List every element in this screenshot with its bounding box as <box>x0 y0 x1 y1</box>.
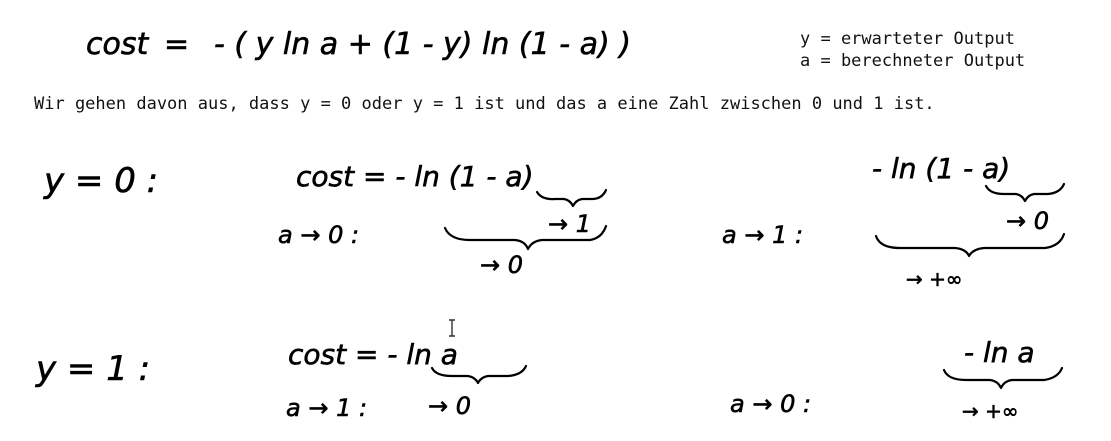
text-cursor-icon <box>449 319 455 337</box>
case-y0-right-outer-brace <box>874 232 1066 258</box>
formula-equals: = <box>164 27 189 62</box>
formula-lhs: cost <box>86 27 149 62</box>
case-y1-limit1-result: → 0 <box>428 392 471 420</box>
case-y0-limit1-outer: → 0 <box>480 251 523 279</box>
case-y0-limit1-inner: → 1 <box>548 210 591 238</box>
case-y1-right-brace <box>942 366 1064 390</box>
case-y1-limit1-label: a → 1 : <box>286 394 367 422</box>
legend-y: y = erwarteter Output <box>800 29 1015 49</box>
legend-a: a = berechneter Output <box>800 51 1026 71</box>
case-y1-limit2-label: a → 0 : <box>730 390 811 418</box>
case-y1-limit2-result: → +∞ <box>962 399 1019 423</box>
case-y0-inner-brace <box>535 188 608 208</box>
case-y0-limit1-label: a → 0 : <box>278 221 359 249</box>
case-y0-right-expr: - ln (1 - a) <box>872 152 1010 185</box>
case-y0-limit2-outer: → +∞ <box>906 267 963 291</box>
case-y0-cost-expr: cost = - ln (1 - a) <box>296 160 534 193</box>
case-y0-limit2-label: a → 1 : <box>722 221 803 249</box>
assumption-text: Wir gehen davon aus, dass y = 0 oder y =… <box>34 94 935 114</box>
case-y1-label: y = 1 : <box>35 349 150 389</box>
case-y1-right-expr: - ln a <box>964 336 1035 369</box>
case-y0-limit2-inner: → 0 <box>1006 207 1049 235</box>
case-y0-right-inner-brace <box>984 182 1066 203</box>
case-y0-label: y = 0 : <box>43 161 158 201</box>
case-y1-cost-expr: cost = - ln a <box>288 338 458 371</box>
formula-rhs: - ( y ln a + (1 - y) ln (1 - a) ) <box>214 27 631 62</box>
